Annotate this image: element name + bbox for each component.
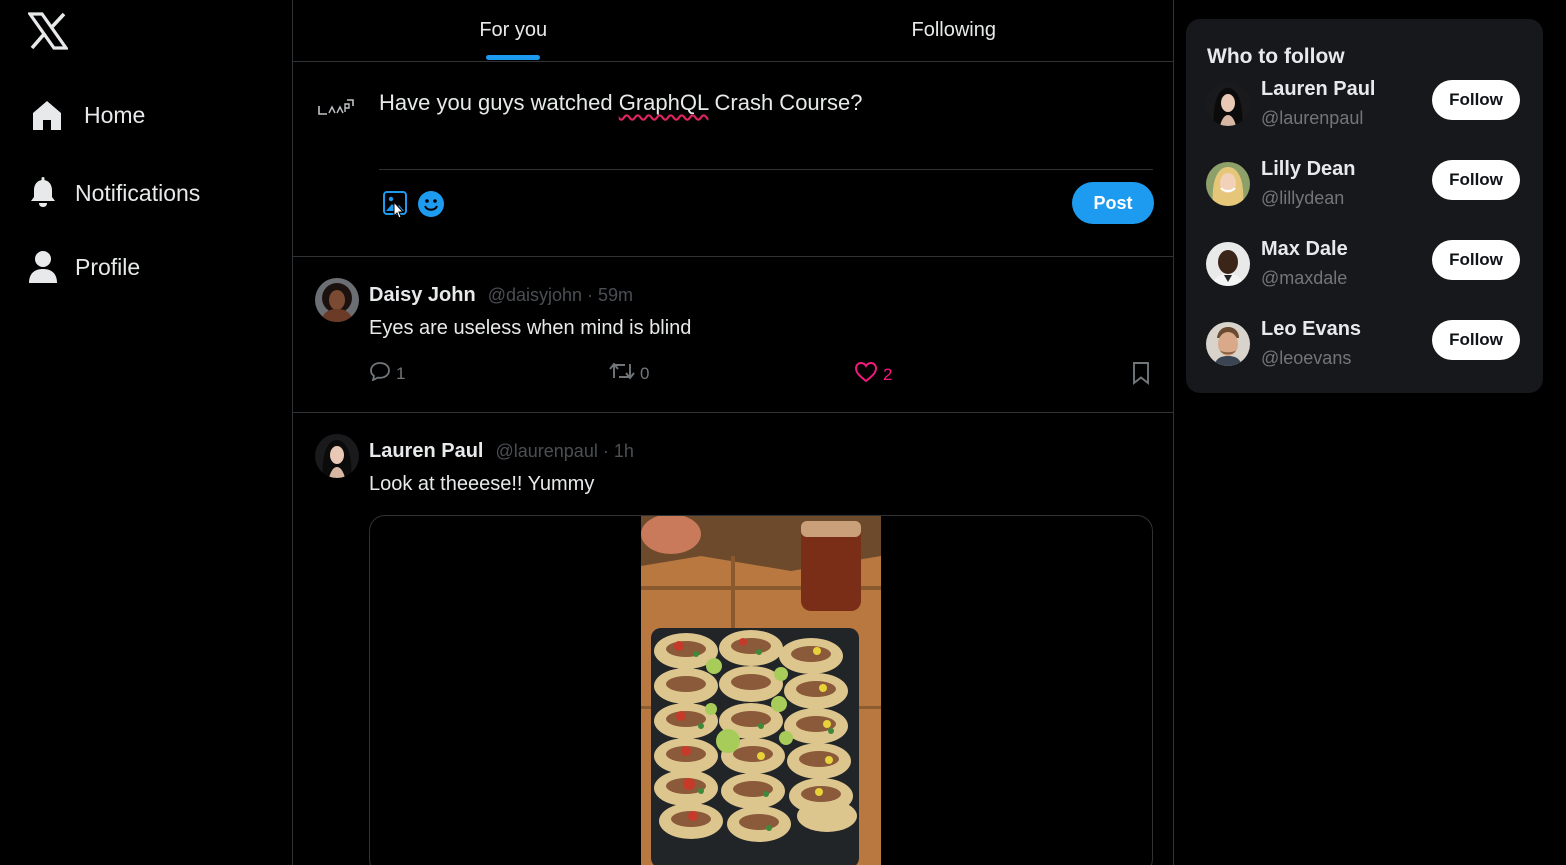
nav-item-home[interactable]: Home [30,98,145,132]
repost-count: 0 [640,363,650,383]
nav-label-notifications: Notifications [75,179,201,206]
who-to-follow-title: Who to follow [1207,45,1345,68]
nav-item-profile[interactable]: Profile [26,250,140,284]
post-timestamp[interactable]: 1h [614,441,634,462]
follow-button[interactable]: Follow [1432,320,1520,360]
repost-icon [609,361,635,386]
suggestion-handle: @leoevans [1261,348,1352,368]
composer-text-end: Crash Course? [708,90,863,115]
nav-label-home: Home [84,101,146,128]
x-logo-icon[interactable] [26,12,70,50]
bell-icon [26,176,60,210]
reply-count: 1 [396,363,406,383]
nav-label-profile: Profile [75,253,141,280]
reply-icon [369,361,391,386]
suggestion-handle: @lillydean [1261,188,1345,208]
image-upload-icon[interactable] [383,191,407,219]
post-author-name[interactable]: Lauren Paul [369,440,483,463]
avatar[interactable] [1206,162,1250,206]
tab-for-you[interactable]: For you [293,0,734,61]
composer-avatar [315,92,357,122]
post-item[interactable]: Lauren Paul @laurenpaul · 1h Look at the… [293,413,1174,865]
nav-item-notifications[interactable]: Notifications [26,176,200,210]
post-header: Daisy John @daisyjohn · 59m [369,284,633,307]
avatar[interactable] [315,434,359,478]
post-image-container[interactable] [369,515,1153,865]
avatar[interactable] [1206,242,1250,286]
heart-icon [854,361,878,388]
suggestion-name[interactable]: Lauren Paul [1261,78,1375,101]
composer-misspelled-word: GraphQL [618,90,709,115]
avatar[interactable] [1206,322,1250,366]
suggestion-name[interactable]: Max Dale [1261,238,1348,261]
follow-suggestion[interactable]: Max Dale @maxdale Follow [1186,238,1543,298]
tacos-photo [641,516,881,865]
follow-suggestion[interactable]: Leo Evans @leoevans Follow [1186,318,1543,378]
post-author-name[interactable]: Daisy John [369,284,476,307]
avatar[interactable] [315,278,359,322]
post-timestamp[interactable]: 59m [598,285,633,306]
app-root: Home Notifications Profile For you Follo… [0,0,1566,865]
composer-divider [379,169,1153,170]
suggestion-handle: @maxdale [1261,268,1348,288]
bookmark-button[interactable] [1131,361,1151,390]
emoji-icon[interactable] [417,190,445,218]
active-tab-indicator [486,55,541,60]
post-separator: · [602,441,609,461]
repost-button[interactable]: 0 [609,361,649,386]
suggestion-handle: @laurenpaul [1261,108,1364,128]
follow-button[interactable]: Follow [1432,240,1520,280]
post-separator: · [587,285,594,305]
follow-suggestion[interactable]: Lauren Paul @laurenpaul Follow [1186,78,1543,138]
post-text: Eyes are useless when mind is blind [369,317,692,339]
who-to-follow-card: Who to follow Lauren Paul @laurenpaul Fo… [1186,19,1543,393]
follow-button[interactable]: Follow [1432,160,1520,200]
tab-label-for-you: For you [479,19,548,41]
timeline-tabs: For you Following [293,0,1174,62]
post-author-handle[interactable]: @daisyjohn [488,285,582,306]
bookmark-icon [1131,361,1151,390]
post-button[interactable]: Post [1072,182,1154,224]
user-icon [26,250,60,284]
post-composer: Have you guys watched GraphQL Crash Cour… [293,62,1174,257]
post-header: Lauren Paul @laurenpaul · 1h [369,440,634,463]
follow-suggestion[interactable]: Lilly Dean @lillydean Follow [1186,158,1543,218]
follow-button[interactable]: Follow [1432,80,1520,120]
left-sidebar: Home Notifications Profile [0,0,292,865]
avatar[interactable] [1206,82,1250,126]
post-actions: 1 0 2 [369,361,1153,391]
like-button[interactable]: 2 [854,361,892,388]
like-count: 2 [883,364,893,384]
reply-button[interactable]: 1 [369,361,405,386]
tab-label-following: Following [911,19,996,41]
timeline: For you Following Have you guys watched … [292,0,1174,865]
home-icon [30,98,64,132]
suggestion-name[interactable]: Leo Evans [1261,318,1361,341]
post-item[interactable]: Daisy John @daisyjohn · 59m Eyes are use… [293,257,1174,413]
tab-following[interactable]: Following [734,0,1175,61]
suggestion-name[interactable]: Lilly Dean [1261,158,1355,181]
composer-text-start: Have you guys watched [379,90,619,115]
composer-input[interactable]: Have you guys watched GraphQL Crash Cour… [379,90,862,116]
post-text: Look at theeese!! Yummy [369,473,595,495]
post-author-handle[interactable]: @laurenpaul [495,441,597,462]
